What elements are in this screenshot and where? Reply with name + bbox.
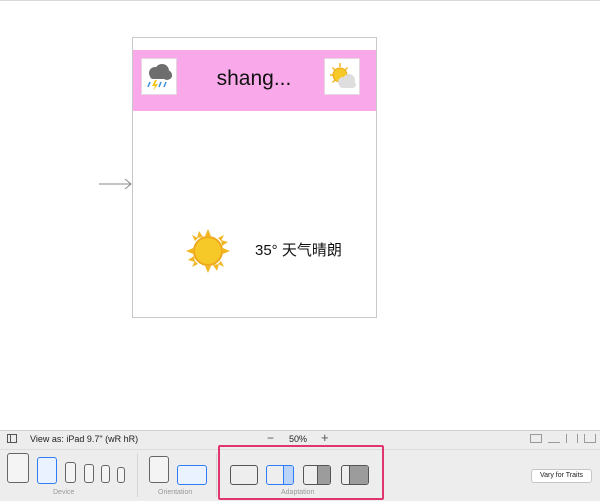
view-as-label[interactable]: View as: iPad 9.7" (wR hR) (30, 434, 138, 444)
storm-cloud-icon (147, 63, 172, 91)
device-iphone-plus[interactable] (65, 462, 76, 483)
view-controller-scene[interactable]: shang... 35° 天气晴朗 (132, 37, 377, 318)
vary-for-traits-button[interactable]: Vary for Traits (531, 469, 592, 483)
adaptation-full-screen[interactable] (230, 465, 258, 485)
header-bar: shang... (133, 50, 376, 111)
sun-cloud-tile[interactable] (324, 58, 360, 95)
adaptation-one-third[interactable] (341, 465, 369, 485)
device-iphone[interactable] (84, 464, 94, 483)
pin-icon[interactable] (566, 434, 578, 443)
adaptation-section-label: Adaptation (281, 489, 315, 496)
zoom-in-button[interactable]: + (321, 430, 329, 445)
document-outline-toggle-icon[interactable] (7, 434, 17, 443)
storyboard-canvas[interactable]: shang... 35° 天气晴朗 (0, 0, 600, 430)
device-iphone-se[interactable] (101, 465, 110, 483)
storm-cloud-tile[interactable] (141, 58, 177, 95)
separator (137, 453, 138, 497)
device-iphone-4s[interactable] (117, 467, 125, 483)
entry-point-arrow-icon[interactable] (98, 177, 134, 191)
adaptation-half[interactable] (303, 465, 331, 485)
device-ipad-pro-12[interactable] (7, 453, 29, 483)
zoom-level: 50% (289, 434, 308, 444)
orientation-section-label: Orientation (158, 489, 193, 496)
orientation-landscape[interactable] (177, 465, 207, 485)
sun-icon (186, 229, 230, 273)
adaptation-two-thirds[interactable] (266, 465, 294, 485)
orientation-portrait[interactable] (149, 456, 169, 483)
weather-summary: 35° 天气晴朗 (255, 242, 342, 259)
sun-behind-cloud-icon (330, 62, 356, 88)
resolve-issues-icon[interactable] (584, 434, 596, 443)
align-icon[interactable] (530, 434, 542, 443)
stack-icon[interactable] (548, 434, 560, 443)
city-title: shang... (216, 67, 292, 90)
separator (216, 453, 217, 497)
device-configuration-bar: View as: iPad 9.7" (wR hR) − 50% + Devic… (0, 430, 600, 501)
device-section-label: Device (53, 489, 75, 496)
zoom-out-button[interactable]: − (267, 431, 274, 445)
device-ipad-9-7[interactable] (37, 457, 57, 484)
